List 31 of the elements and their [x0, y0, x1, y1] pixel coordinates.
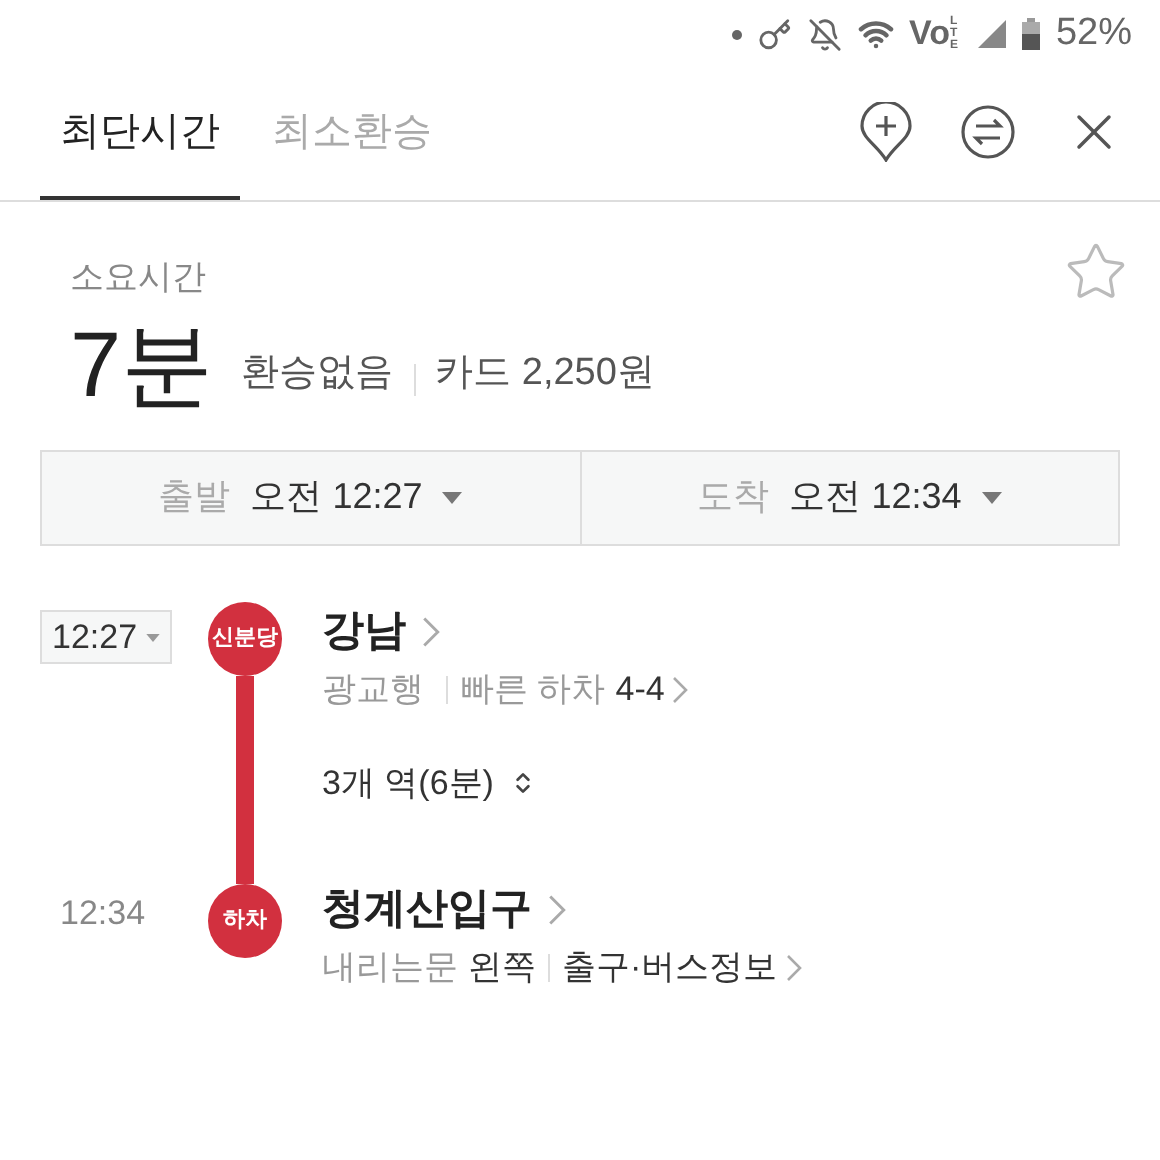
- tab[interactable]: 최단시간: [40, 68, 240, 200]
- detail-value: 왼쪽: [468, 945, 536, 990]
- battery-percentage: 52%: [1055, 9, 1132, 58]
- detail-label: 내리는문: [322, 945, 458, 990]
- wifi-icon: [857, 16, 893, 52]
- station-name[interactable]: 강남: [322, 599, 406, 663]
- network-label: Vo: [909, 12, 950, 57]
- detail-value[interactable]: 4-4: [615, 663, 665, 715]
- chevron-icon: [422, 615, 440, 647]
- add-location-icon[interactable]: [860, 102, 912, 162]
- time-selector[interactable]: 12:27: [40, 610, 172, 664]
- key-icon: [757, 17, 791, 51]
- caret-icon: [145, 633, 160, 641]
- stop-badge: 하차: [208, 883, 282, 957]
- stop-badge: 신분당: [208, 601, 282, 675]
- signal-icon: [977, 20, 1006, 48]
- fare-info: 카드 2,250원: [435, 350, 655, 398]
- station-name[interactable]: 청계산입구: [322, 877, 532, 941]
- detail-label: 광교행: [322, 667, 424, 712]
- detail-label: 빠른 하차: [460, 667, 606, 712]
- detail-value[interactable]: 출구·버스정보: [562, 941, 778, 993]
- duration-value: 7분: [70, 309, 214, 419]
- segment-info[interactable]: 3개 역(6분): [322, 757, 494, 809]
- duration-label: 소요시간: [70, 256, 208, 300]
- battery-icon: [1021, 18, 1040, 50]
- favorite-star-icon[interactable]: [1064, 240, 1128, 304]
- bell-off-icon: [807, 17, 841, 51]
- stop-time: 12:34: [58, 891, 146, 936]
- transfer-info: 환승없음: [241, 350, 394, 398]
- swap-icon[interactable]: [960, 104, 1016, 160]
- chevron-icon: [548, 893, 566, 925]
